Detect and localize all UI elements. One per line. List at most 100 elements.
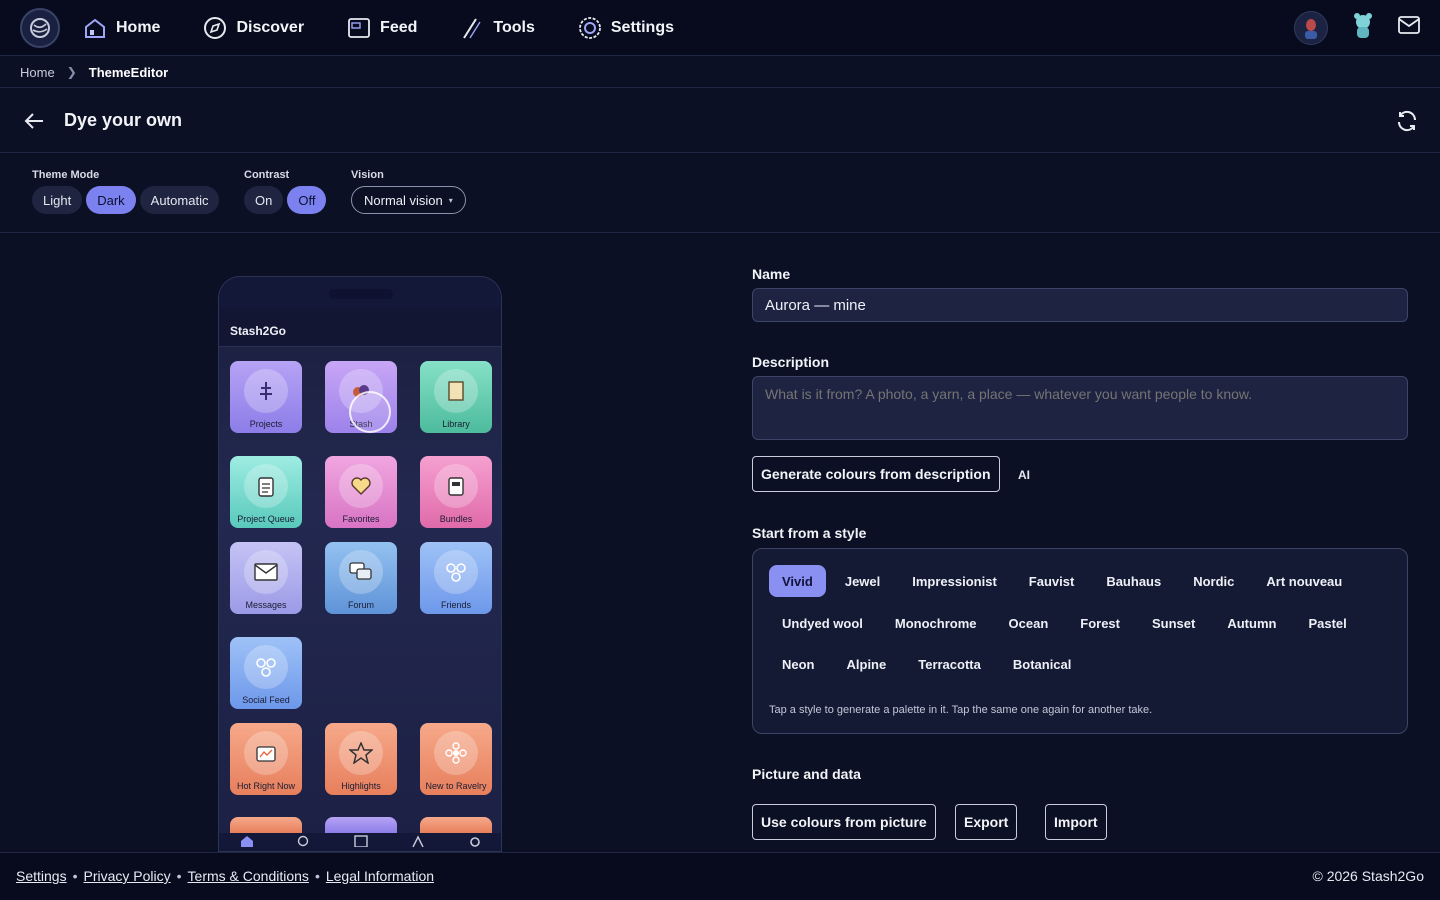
contrast-off-button[interactable]: Off: [287, 186, 327, 214]
phone-tools-icon[interactable]: [411, 834, 425, 851]
nav-tools-label: Tools: [493, 19, 535, 36]
vision-value: Normal vision: [364, 192, 443, 208]
tile-social-feed[interactable]: Social Feed: [230, 637, 302, 709]
page-title: Dye your own: [64, 110, 183, 130]
contrast-on-button[interactable]: On: [244, 186, 284, 214]
style-ocean[interactable]: Ocean: [996, 607, 1062, 639]
style-terracotta[interactable]: Terracotta: [905, 648, 994, 680]
phone-feed-icon[interactable]: [354, 834, 368, 851]
use-picture-colours-button[interactable]: Use colours from picture: [752, 804, 936, 840]
phone-app-title: Stash2Go: [230, 324, 287, 338]
breadcrumb-home[interactable]: Home: [20, 65, 55, 80]
phone-search-icon[interactable]: [297, 834, 311, 851]
book-icon: [434, 369, 478, 413]
tile-friends[interactable]: Friends: [420, 542, 492, 614]
style-alpine[interactable]: Alpine: [834, 648, 900, 680]
back-button[interactable]: [22, 109, 46, 133]
name-input[interactable]: [752, 288, 1408, 322]
top-navigation: Home Discover Feed Tools Settings: [0, 0, 1440, 56]
gear-icon: [577, 15, 603, 41]
tile-highlights[interactable]: Highlights: [325, 723, 397, 795]
tile-forum[interactable]: Forum: [325, 542, 397, 614]
nav-feed[interactable]: Feed: [346, 0, 417, 56]
tile-library-label: Library: [442, 419, 470, 429]
house-icon: [82, 15, 108, 41]
tile-projects[interactable]: Projects: [230, 361, 302, 433]
style-monochrome[interactable]: Monochrome: [882, 607, 990, 639]
heart-icon: [339, 464, 383, 508]
vision-dropdown[interactable]: Normal vision ▾: [351, 186, 466, 214]
footer-legal-link[interactable]: Legal Information: [326, 868, 434, 884]
generate-colours-button[interactable]: Generate colours from description: [752, 456, 1000, 492]
nav-tools[interactable]: Tools: [459, 0, 535, 56]
star-icon: [339, 731, 383, 775]
theme-automatic-button[interactable]: Automatic: [139, 186, 220, 214]
nav-settings-label: Settings: [610, 19, 674, 36]
styles-row-2: Undyed wool Monochrome Ocean Forest Suns…: [769, 607, 1366, 639]
tile-bundles-label: Bundles: [439, 514, 473, 524]
nav-home[interactable]: Home: [82, 0, 160, 56]
import-button[interactable]: Import: [1045, 804, 1107, 840]
phone-settings-icon[interactable]: [468, 834, 482, 851]
nav-settings[interactable]: Settings: [577, 0, 674, 56]
contrast-group: Contrast On Off: [244, 169, 327, 214]
theme-light-button[interactable]: Light: [32, 186, 83, 214]
mail-icon[interactable]: [1398, 16, 1420, 39]
footer-settings-link[interactable]: Settings: [16, 868, 67, 884]
footer-privacy-link[interactable]: Privacy Policy: [84, 868, 171, 884]
picture-data-label: Picture and data: [752, 766, 861, 782]
style-pastel[interactable]: Pastel: [1295, 607, 1359, 639]
vision-label: Vision: [351, 169, 384, 181]
name-label: Name: [752, 266, 791, 282]
ai-tag: AI: [1018, 468, 1030, 482]
tile-messages[interactable]: Messages: [230, 542, 302, 614]
style-forest[interactable]: Forest: [1067, 607, 1133, 639]
tile-favorites[interactable]: Favorites: [325, 456, 397, 528]
theme-mode-group: Theme Mode Light Dark Automatic: [32, 169, 220, 214]
style-fauvist[interactable]: Fauvist: [1016, 565, 1088, 597]
breadcrumb-current: ThemeEditor: [88, 64, 169, 80]
style-botanical[interactable]: Botanical: [1000, 648, 1085, 680]
contrast-label: Contrast: [244, 169, 290, 181]
wand-icon: [459, 15, 485, 41]
tile-project-queue[interactable]: Project Queue: [230, 456, 302, 528]
tile-new-to-ravelry[interactable]: New to Ravelry: [420, 723, 492, 795]
style-bauhaus[interactable]: Bauhaus: [1093, 565, 1174, 597]
tile-messages-label: Messages: [245, 600, 287, 610]
tile-partial-1: [230, 817, 302, 833]
tile-bundles[interactable]: Bundles: [420, 456, 492, 528]
tile-hot-right-now-label: Hot Right Now: [236, 781, 296, 791]
nav-discover[interactable]: Discover: [202, 0, 304, 56]
tile-hot-right-now[interactable]: Hot Right Now: [230, 723, 302, 795]
touch-indicator: [349, 391, 391, 433]
style-undyed-wool[interactable]: Undyed wool: [769, 607, 876, 639]
tile-library[interactable]: Library: [420, 361, 492, 433]
mascot-icon[interactable]: [1348, 10, 1378, 45]
style-jewel[interactable]: Jewel: [832, 565, 893, 597]
phone-notch: [329, 289, 393, 299]
description-textarea[interactable]: [752, 376, 1408, 440]
tile-new-to-ravelry-label: New to Ravelry: [425, 781, 487, 791]
style-nordic[interactable]: Nordic: [1180, 565, 1247, 597]
arrow-left-icon: [24, 113, 43, 129]
refresh-button[interactable]: [1394, 108, 1420, 134]
style-impressionist[interactable]: Impressionist: [899, 565, 1010, 597]
export-button[interactable]: Export: [955, 804, 1018, 840]
phone-preview: Stash2Go Projects Stash Library Project …: [218, 276, 502, 852]
style-neon[interactable]: Neon: [769, 648, 828, 680]
footer-terms-link[interactable]: Terms & Conditions: [188, 868, 309, 884]
app-logo[interactable]: [20, 8, 60, 48]
style-vivid[interactable]: Vivid: [769, 565, 826, 597]
style-autumn[interactable]: Autumn: [1214, 607, 1289, 639]
theme-dark-button[interactable]: Dark: [86, 186, 136, 214]
nav-home-label: Home: [116, 19, 161, 36]
footer: Settings • Privacy Policy • Terms & Cond…: [0, 852, 1440, 900]
nav-discover-label: Discover: [236, 19, 305, 36]
tile-project-queue-label: Project Queue: [237, 514, 295, 524]
user-avatar[interactable]: [1294, 10, 1328, 45]
theme-mode-label: Theme Mode: [32, 169, 100, 181]
phone-home-icon[interactable]: [240, 834, 254, 851]
tile-partial-3: [420, 817, 492, 833]
style-art-nouveau[interactable]: Art nouveau: [1253, 565, 1355, 597]
style-sunset[interactable]: Sunset: [1139, 607, 1208, 639]
